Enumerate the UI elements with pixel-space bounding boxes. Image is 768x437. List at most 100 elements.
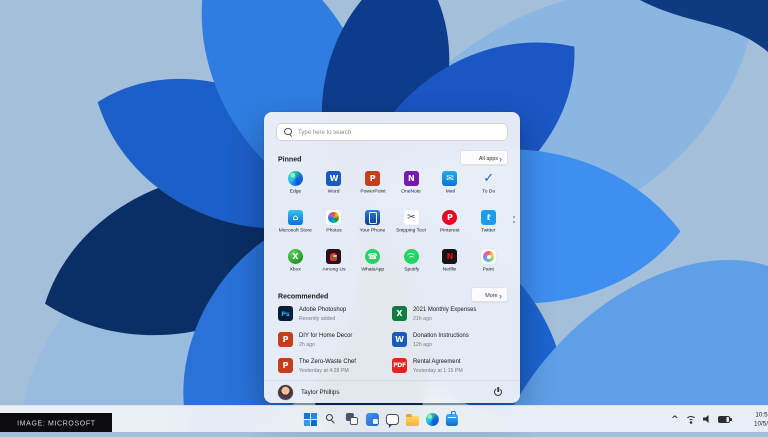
app-label: Xbox <box>276 266 314 276</box>
search-icon[interactable] <box>324 412 338 426</box>
chevron-up-icon[interactable] <box>671 414 679 424</box>
pinned-app-whatsapp[interactable]: ☎ WhatsApp <box>353 248 392 283</box>
chat-icon[interactable] <box>386 414 399 425</box>
image-credit: IMAGE: MICROSOFT <box>0 413 112 432</box>
recommended-item[interactable]: P DIY for Home Decor 2h ago <box>278 330 392 349</box>
edge-icon[interactable] <box>426 413 439 426</box>
recommended-subtitle: 12h ago <box>413 341 462 346</box>
taskbar-clock[interactable]: 10:51 AM 10/5/2021 <box>742 410 768 428</box>
app-label: Twitter <box>470 227 508 237</box>
recommended-title: DIY for Home Decor <box>299 332 352 338</box>
pinterest-icon: P <box>442 210 457 225</box>
pinned-app-powerpoint[interactable]: P PowerPoint <box>353 170 392 205</box>
taskbar: 10:51 AM 10/5/2021 <box>0 405 768 432</box>
whatsapp-icon: ☎ <box>365 249 380 264</box>
app-label: Edge <box>276 188 314 198</box>
store-icon[interactable] <box>446 414 458 426</box>
recommended-section-title: Recommended <box>278 292 328 300</box>
recommended-subtitle: Yesterday at 4:28 PM <box>299 367 349 372</box>
user-name[interactable]: Taylor Phillips <box>301 389 340 396</box>
app-label: Among Us <box>315 266 353 276</box>
app-label: Spotify <box>392 266 430 276</box>
todo-icon: ✓ <box>481 171 496 186</box>
recommended-item[interactable]: P The Zero-Waste Chef Yesterday at 4:28 … <box>278 356 392 375</box>
task-view-icon[interactable] <box>345 412 359 426</box>
app-label: Netflix <box>431 266 469 276</box>
more-button[interactable]: More <box>471 287 508 302</box>
app-label: To Do <box>470 188 508 198</box>
pinned-app-photos[interactable]: Photos <box>315 209 354 244</box>
all-apps-button[interactable]: All apps <box>460 150 508 165</box>
recommended-subtitle: 2h ago <box>299 341 346 346</box>
photoshop-icon: Ps <box>278 306 293 321</box>
user-avatar[interactable] <box>278 385 293 400</box>
recommended-item[interactable]: PDF Rental Agreement Yesterday at 1:15 P… <box>392 356 506 375</box>
app-label: Pinterest <box>431 227 469 237</box>
twitter-icon: t <box>481 210 496 225</box>
recommended-title: Rental Agreement <box>413 358 470 364</box>
pinned-app-twitter[interactable]: t Twitter <box>469 209 508 244</box>
recommended-item[interactable]: Ps Adobe Photoshop Recently added <box>278 304 392 323</box>
recommended-item[interactable]: X 2021 Monthly Expenses 21h ago <box>392 304 506 323</box>
pinned-app-todo[interactable]: ✓ To Do <box>469 170 508 205</box>
excel-icon: X <box>392 306 407 321</box>
search-icon <box>284 128 293 137</box>
app-label: Your Phone <box>354 227 392 237</box>
pinned-app-snipping[interactable]: ✂ Snipping Tool <box>392 209 431 244</box>
onenote-icon: N <box>404 171 419 186</box>
recommended-title: 2021 Monthly Expenses <box>413 306 476 312</box>
search-placeholder: Type here to search <box>298 129 351 136</box>
app-label: Word <box>315 188 353 198</box>
app-label: Mail <box>431 188 469 198</box>
amongus-icon <box>326 249 341 264</box>
pinned-app-word[interactable]: W Word <box>315 170 354 205</box>
pinned-grid: Edge W Word P PowerPoint N OneNote ✉ Mai… <box>276 170 508 283</box>
worddoc-icon: W <box>392 332 407 347</box>
pinned-app-onenote[interactable]: N OneNote <box>392 170 431 205</box>
user-row: Taylor Phillips <box>264 381 520 403</box>
recommended-title: The Zero-Waste Chef <box>299 358 356 364</box>
pinned-app-yourphone[interactable]: Your Phone <box>353 209 392 244</box>
pinned-app-xbox[interactable]: X Xbox <box>276 248 315 283</box>
widgets-icon[interactable] <box>366 413 379 426</box>
powerpoint-icon: P <box>278 358 293 373</box>
pinned-app-amongus[interactable]: Among Us <box>315 248 354 283</box>
word-icon: W <box>326 171 341 186</box>
app-label: OneNote <box>392 188 430 198</box>
recommended-item[interactable]: W Donation Instructions 12h ago <box>392 330 506 349</box>
recommended-subtitle: Recently added <box>299 315 341 320</box>
pinned-app-store[interactable]: ⌂ Microsoft Store <box>276 209 315 244</box>
volume-icon[interactable] <box>703 415 712 423</box>
recommended-grid: Ps Adobe Photoshop Recently added X 2021… <box>278 304 508 375</box>
pinned-app-paint[interactable]: Paint <box>469 248 508 283</box>
recommended-subtitle: 21h ago <box>413 315 469 320</box>
app-label: PowerPoint <box>354 188 392 198</box>
pinned-app-netflix[interactable]: N Netflix <box>431 248 470 283</box>
snipping-icon: ✂ <box>404 210 419 225</box>
file-explorer-icon[interactable] <box>406 416 419 426</box>
app-label: Photos <box>315 227 353 237</box>
pinned-app-edge[interactable]: Edge <box>276 170 315 205</box>
recommended-title: Adobe Photoshop <box>299 306 346 312</box>
wifi-icon[interactable] <box>685 415 697 424</box>
battery-icon[interactable] <box>718 416 730 423</box>
start-icon[interactable] <box>304 413 317 426</box>
edge-icon <box>288 171 303 186</box>
tray-date: 10/5/2021 <box>754 420 768 426</box>
tray-time: 10:51 AM <box>755 411 768 417</box>
start-menu: Type here to search Pinned All apps Edge… <box>264 112 520 403</box>
app-label: Snipping Tool <box>392 227 430 237</box>
pdf-icon: PDF <box>392 358 407 373</box>
power-button[interactable] <box>490 384 506 400</box>
app-label: WhatsApp <box>354 266 392 276</box>
pinned-scroll-indicator[interactable] <box>513 216 515 223</box>
chevron-right-icon <box>499 149 502 167</box>
app-label: Paint <box>470 266 508 276</box>
store-icon: ⌂ <box>288 210 303 225</box>
pinned-app-mail[interactable]: ✉ Mail <box>431 170 470 205</box>
paint-icon <box>481 249 496 264</box>
desktop: { "wallpaper": {"credit": "IMAGE: MICROS… <box>0 0 768 432</box>
pinned-app-pinterest[interactable]: P Pinterest <box>431 209 470 244</box>
pinned-app-spotify[interactable]: Spotify <box>392 248 431 283</box>
search-input[interactable]: Type here to search <box>276 123 508 141</box>
